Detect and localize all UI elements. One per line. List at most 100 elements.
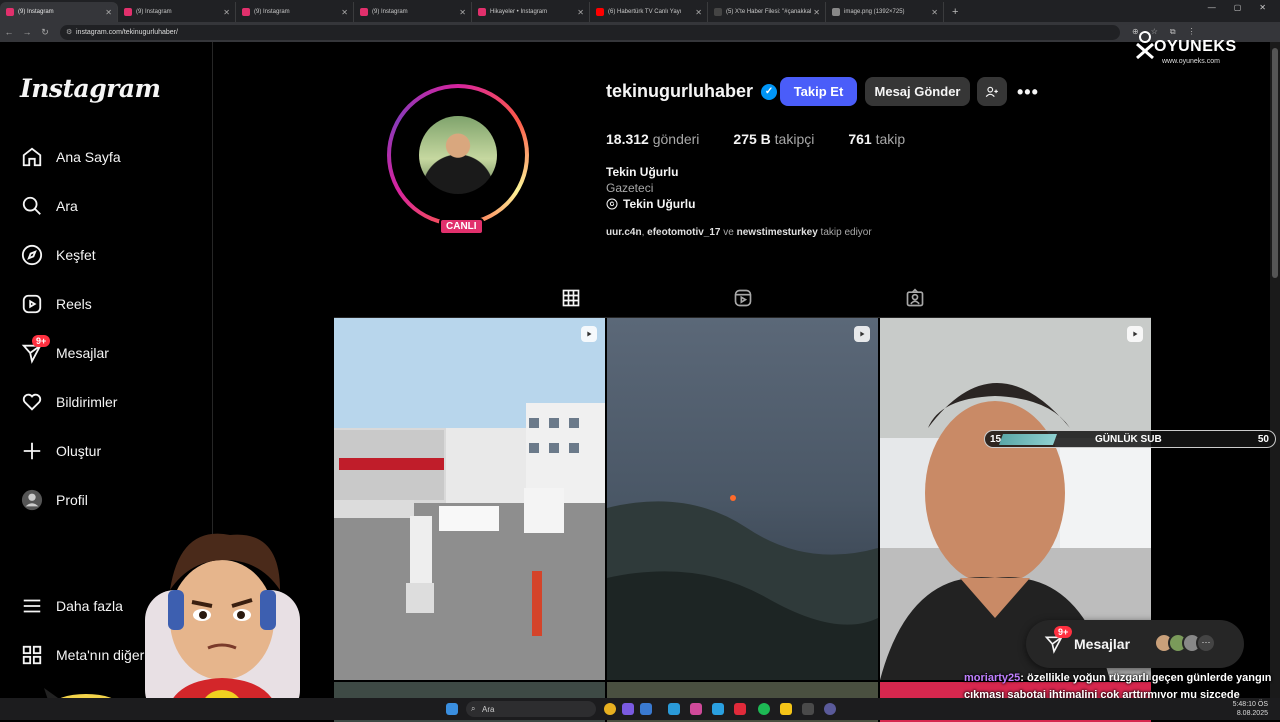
tab-title: (6) Habertürk TV Canlı Yayı xyxy=(608,9,682,15)
nav-messages[interactable]: 9+ Mesajlar xyxy=(20,335,109,366)
new-tab-button[interactable]: + xyxy=(952,2,958,22)
message-button[interactable]: Mesaj Gönder xyxy=(865,77,970,106)
browser-tab[interactable]: Hikayeler • Instagram ✕ xyxy=(472,2,590,22)
profile-icon xyxy=(20,488,44,512)
post-tile[interactable] xyxy=(607,318,878,680)
windows-taskbar: ⌕ Ara 5:48:10 ÖS 8.08.2025 xyxy=(0,698,1280,720)
followed-by[interactable]: uur.c4n, efeotomotiv_17 ve newstimesturk… xyxy=(606,227,872,238)
options-more-icon[interactable]: ••• xyxy=(1017,82,1039,103)
app6-taskbar-icon[interactable] xyxy=(802,703,814,715)
nav-search-label: Ara xyxy=(56,198,78,214)
app3-taskbar-icon[interactable] xyxy=(712,703,724,715)
messages-badge: 9+ xyxy=(32,335,51,347)
browser-tab[interactable]: (5) X'te Haber Filesi: "#çanakkal ✕ xyxy=(708,2,826,22)
browser-tab[interactable]: (9) Instagram ✕ xyxy=(0,2,118,22)
tab-close-icon[interactable]: ✕ xyxy=(223,8,230,17)
minimize-button[interactable]: — xyxy=(1208,3,1216,12)
post-tile[interactable] xyxy=(334,318,605,680)
threads-link[interactable]: Tekin Uğurlu xyxy=(606,197,695,211)
post-image-hospital xyxy=(334,318,605,680)
app-taskbar-icon[interactable] xyxy=(622,703,634,715)
obs-taskbar-icon[interactable] xyxy=(824,703,836,715)
app2-taskbar-icon[interactable] xyxy=(690,703,702,715)
nav-search[interactable]: Ara xyxy=(20,193,78,219)
tab-favicon-icon xyxy=(832,8,840,16)
url-field[interactable]: ⚙ instagram.com/tekinugurluhaber/ xyxy=(60,24,1120,40)
oyuneks-site: www.oyuneks.com xyxy=(1162,58,1220,65)
oyuneks-logo: OYUNEKS www.oyuneks.com xyxy=(1132,28,1252,70)
taskbar-search-text: Ara xyxy=(482,704,495,714)
back-icon[interactable]: ← xyxy=(0,27,18,37)
maximize-button[interactable]: ▢ xyxy=(1234,3,1242,12)
nav-notifications[interactable]: Bildirimler xyxy=(20,389,117,415)
taskbar-search-icon: ⌕ xyxy=(471,704,476,713)
tab-close-icon[interactable]: ✕ xyxy=(695,8,702,17)
reel-indicator-icon xyxy=(1127,326,1143,342)
tab-close-icon[interactable]: ✕ xyxy=(459,8,466,17)
taskbar-clock[interactable]: 5:48:10 ÖS 8.08.2025 xyxy=(1233,700,1268,718)
forward-icon[interactable]: → xyxy=(18,27,36,37)
nav-profile[interactable]: Profil xyxy=(20,487,88,513)
start-button-icon[interactable] xyxy=(446,703,458,715)
browser-tab[interactable]: image.png (1392×725) ✕ xyxy=(826,2,944,22)
browser-tab[interactable]: (9) Instagram ✕ xyxy=(354,2,472,22)
tab-close-icon[interactable]: ✕ xyxy=(341,8,348,17)
suggest-user-button[interactable] xyxy=(977,77,1007,106)
following-stat[interactable]: 761 takip xyxy=(848,131,905,147)
profile-stats: 18.312 gönderi 275 B takipçi 761 takip xyxy=(606,131,905,147)
follow-button[interactable]: Takip Et xyxy=(780,77,857,106)
browser-tab[interactable]: (9) Instagram ✕ xyxy=(236,2,354,22)
nav-profile-label: Profil xyxy=(56,492,88,508)
site-info-icon[interactable]: ⚙ xyxy=(66,28,72,36)
nav-explore[interactable]: Keşfet xyxy=(20,242,96,268)
nav-create[interactable]: Oluştur xyxy=(20,438,101,464)
tab-favicon-icon xyxy=(242,8,250,16)
browser-tab[interactable]: (9) Instagram ✕ xyxy=(118,2,236,22)
reload-icon[interactable]: ↻ xyxy=(36,27,54,38)
url-text: instagram.com/tekinugurluhaber/ xyxy=(76,28,178,36)
compass-icon xyxy=(20,243,44,267)
browser-tab[interactable]: (6) Habertürk TV Canlı Yayı ✕ xyxy=(590,2,708,22)
oyuneks-brand: OYUNEKS xyxy=(1154,38,1237,55)
followers-stat[interactable]: 275 B takipçi xyxy=(733,131,814,147)
search-icon xyxy=(20,194,44,218)
tab-close-icon[interactable]: ✕ xyxy=(577,8,584,17)
tab-favicon-icon xyxy=(714,8,722,16)
spotify-taskbar-icon[interactable] xyxy=(758,703,770,715)
instagram-logo[interactable]: Instagram xyxy=(20,74,161,103)
tab-favicon-icon xyxy=(478,8,486,16)
explorer-taskbar-icon[interactable] xyxy=(640,703,652,715)
chrome-taskbar-icon[interactable] xyxy=(604,703,616,715)
tab-reels[interactable] xyxy=(728,285,758,311)
tab-close-icon[interactable]: ✕ xyxy=(813,8,820,17)
threads-icon xyxy=(606,198,618,210)
nav-home[interactable]: Ana Sayfa xyxy=(20,144,121,170)
tab-posts[interactable] xyxy=(543,285,599,318)
messages-pill-badge: 9+ xyxy=(1054,626,1073,638)
app4-taskbar-icon[interactable] xyxy=(734,703,746,715)
messages-floating-button[interactable]: 9+ Mesajlar ··· xyxy=(1026,620,1244,668)
nav-notifications-label: Bildirimler xyxy=(56,394,118,410)
nav-more[interactable]: Daha fazla xyxy=(20,593,123,619)
sub-current: 15 xyxy=(990,433,1002,445)
home-icon xyxy=(20,145,44,169)
edge-taskbar-icon[interactable] xyxy=(668,703,680,715)
browser-tab-bar: (9) Instagram ✕ (9) Instagram ✕ (9) Instagra… xyxy=(0,0,1280,22)
tab-tagged[interactable] xyxy=(900,285,930,311)
tab-title: Hikayeler • Instagram xyxy=(490,9,548,15)
close-window-button[interactable]: ✕ xyxy=(1259,3,1266,12)
grid-icon xyxy=(562,289,580,307)
page-scrollbar-thumb[interactable] xyxy=(1272,48,1278,278)
reels-tab-icon xyxy=(734,289,752,307)
app5-taskbar-icon[interactable] xyxy=(780,703,792,715)
tab-close-icon[interactable]: ✕ xyxy=(105,8,112,17)
messenger-pill-icon: 9+ xyxy=(1044,626,1073,654)
nav-reels[interactable]: Reels xyxy=(20,291,92,317)
tab-favicon-icon xyxy=(596,8,604,16)
reel-indicator-icon xyxy=(581,326,597,342)
messenger-icon: 9+ xyxy=(20,335,51,365)
taskbar-search[interactable]: ⌕ Ara xyxy=(466,701,596,717)
tagged-icon xyxy=(906,288,924,307)
tab-close-icon[interactable]: ✕ xyxy=(931,8,938,17)
tab-title: (5) X'te Haber Filesi: "#çanakkal xyxy=(726,9,812,15)
